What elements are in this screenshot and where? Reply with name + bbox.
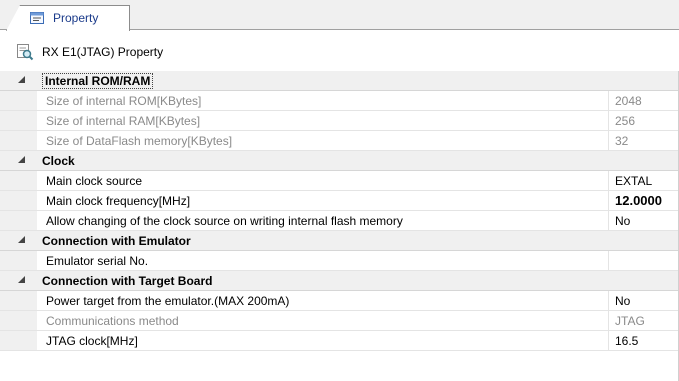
column-divider[interactable] xyxy=(608,91,609,110)
category-label: Internal ROM/RAM xyxy=(42,73,154,89)
category-clock[interactable]: Clock xyxy=(0,151,679,171)
column-divider[interactable] xyxy=(608,131,609,150)
property-row[interactable]: Size of internal RAM[KBytes] 256 xyxy=(0,111,679,131)
property-name: Power target from the emulator.(MAX 200m… xyxy=(46,294,290,308)
tab-property-label: Property xyxy=(53,11,99,25)
column-divider[interactable] xyxy=(608,311,609,330)
property-name: Size of internal RAM[KBytes] xyxy=(46,114,201,128)
property-value: 32 xyxy=(615,134,629,148)
column-divider[interactable] xyxy=(608,291,609,310)
row-gutter xyxy=(0,111,37,130)
property-name: Emulator serial No. xyxy=(46,254,149,268)
row-gutter xyxy=(0,291,37,310)
property-header: RX E1(JTAG) Property xyxy=(0,31,679,71)
row-gutter xyxy=(0,131,37,150)
property-value[interactable]: 16.5 xyxy=(615,334,638,348)
category-connection-with-target-board[interactable]: Connection with Target Board xyxy=(0,271,679,291)
row-gutter xyxy=(0,171,37,190)
property-value[interactable]: No xyxy=(615,294,630,308)
column-divider[interactable] xyxy=(608,191,609,210)
row-gutter xyxy=(0,311,37,330)
property-value[interactable]: 12.0000 xyxy=(615,193,662,208)
property-name: Allow changing of the clock source on wr… xyxy=(46,214,403,228)
property-value[interactable]: EXTAL xyxy=(615,174,652,188)
column-divider[interactable] xyxy=(608,211,609,230)
category-label: Connection with Emulator xyxy=(42,234,191,248)
category-label: Clock xyxy=(42,154,75,168)
property-name: Main clock frequency[MHz] xyxy=(46,194,191,208)
row-gutter xyxy=(0,91,37,110)
property-name: Main clock source xyxy=(46,174,143,188)
property-row[interactable]: Size of DataFlash memory[KBytes] 32 xyxy=(0,131,679,151)
property-row[interactable]: Allow changing of the clock source on wr… xyxy=(0,211,679,231)
category-internal-rom-ram[interactable]: Internal ROM/RAM xyxy=(0,71,679,91)
property-value: JTAG xyxy=(615,314,645,328)
property-grid: Internal ROM/RAM Size of internal ROM[KB… xyxy=(0,71,679,351)
column-divider[interactable] xyxy=(608,251,609,270)
column-divider[interactable] xyxy=(608,171,609,190)
column-divider[interactable] xyxy=(608,331,609,350)
row-gutter xyxy=(0,251,37,270)
row-gutter xyxy=(0,191,37,210)
column-divider[interactable] xyxy=(608,111,609,130)
collapse-triangle-icon[interactable] xyxy=(18,156,26,164)
collapse-triangle-icon[interactable] xyxy=(18,236,26,244)
property-name: JTAG clock[MHz] xyxy=(46,334,138,348)
property-value: 256 xyxy=(615,114,636,128)
property-row[interactable]: Power target from the emulator.(MAX 200m… xyxy=(0,291,679,311)
property-value[interactable]: No xyxy=(615,214,630,228)
property-row[interactable]: Emulator serial No. xyxy=(0,251,679,271)
tab-property[interactable]: Property xyxy=(6,5,130,31)
property-row[interactable]: Main clock source EXTAL xyxy=(0,171,679,191)
category-connection-with-emulator[interactable]: Connection with Emulator xyxy=(0,231,679,251)
property-page-icon xyxy=(30,12,44,24)
property-name: Size of DataFlash memory[KBytes] xyxy=(46,134,233,148)
row-gutter xyxy=(0,211,37,230)
row-gutter xyxy=(0,331,37,350)
property-row[interactable]: Size of internal ROM[KBytes] 2048 xyxy=(0,91,679,111)
property-row[interactable]: Communications method JTAG xyxy=(0,311,679,331)
property-value: 2048 xyxy=(615,94,642,108)
property-row[interactable]: Main clock frequency[MHz] 12.0000 xyxy=(0,191,679,211)
collapse-triangle-icon[interactable] xyxy=(18,276,26,284)
property-name: Size of internal ROM[KBytes] xyxy=(46,94,202,108)
tab-strip: Property xyxy=(0,0,679,31)
collapse-triangle-icon[interactable] xyxy=(18,76,26,84)
property-row[interactable]: JTAG clock[MHz] 16.5 xyxy=(0,331,679,351)
magnifier-property-icon xyxy=(17,44,34,61)
property-name: Communications method xyxy=(46,314,179,328)
category-label: Connection with Target Board xyxy=(42,274,213,288)
property-title: RX E1(JTAG) Property xyxy=(42,45,164,59)
